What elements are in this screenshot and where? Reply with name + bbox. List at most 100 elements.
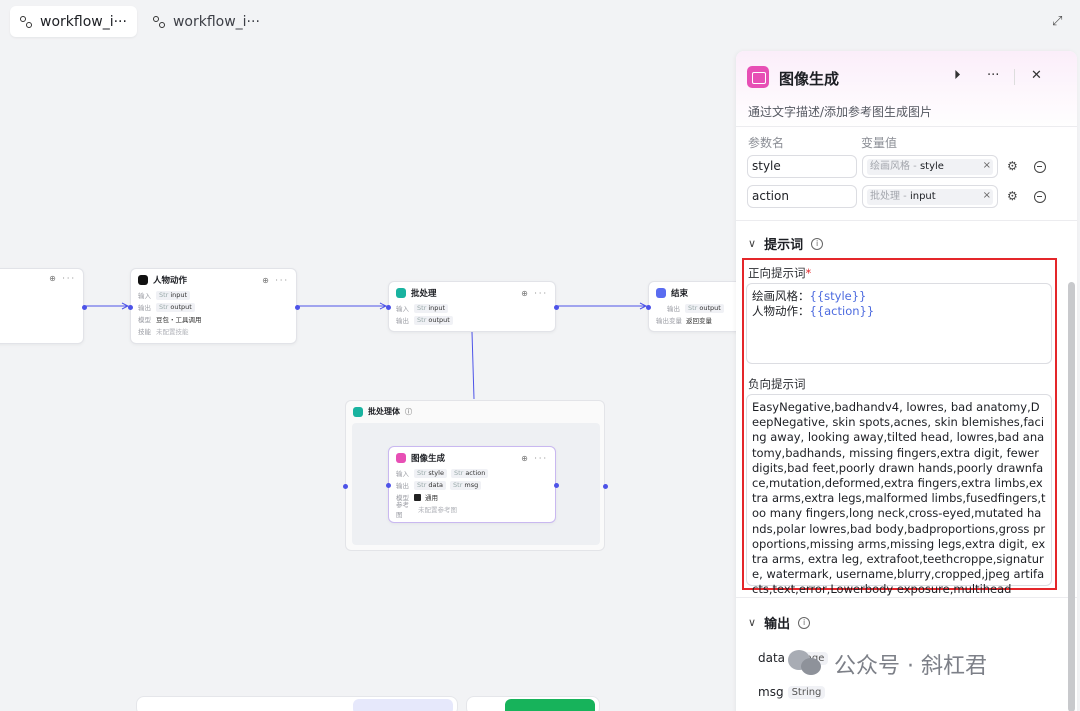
close-icon[interactable]: ✕ — [1031, 68, 1042, 83]
end-node[interactable]: 结束 输出 Str output 输出变量 返回变量 — [646, 281, 748, 332]
start-node[interactable]: ⊕ ··· — [0, 268, 87, 344]
type-tag: Str — [159, 302, 169, 311]
gear-icon[interactable]: ⚙ — [1007, 159, 1018, 173]
variable-name: input — [909, 191, 936, 202]
watermark: 公众号 · 斜杠君 — [788, 648, 987, 680]
tab-bar: workflow_i··· workflow_i··· — [10, 6, 270, 37]
canvas-toolbar[interactable] — [136, 696, 458, 711]
row-label: 输出 — [667, 305, 680, 313]
type-tag: Str — [688, 303, 698, 312]
add-node-button[interactable] — [353, 699, 453, 711]
node-menu[interactable]: ⊕ ··· — [521, 289, 548, 298]
node-menu[interactable]: ⊕ ··· — [521, 454, 548, 463]
clear-icon[interactable]: × — [983, 159, 991, 173]
return-value: 返回变量 — [686, 317, 712, 325]
tab-label: workflow_i··· — [172, 13, 260, 30]
row-label: 输入 — [138, 292, 151, 300]
batch-node[interactable]: 批处理 ⊕ ··· 输入 Str input 输出 Str output — [386, 281, 559, 332]
gear-icon[interactable]: ⚙ — [1007, 189, 1018, 203]
type-tag: Str — [453, 468, 464, 477]
remove-param-icon[interactable] — [1034, 161, 1046, 173]
batch-icon — [396, 288, 406, 298]
divider — [736, 597, 1077, 598]
param-value: data — [428, 480, 444, 489]
output-handle[interactable] — [554, 305, 559, 310]
panel-scrollbar[interactable] — [1068, 282, 1075, 711]
output-name: msg — [758, 685, 784, 699]
row-label: 输出 — [396, 482, 409, 490]
output-name: data — [758, 651, 786, 665]
type-tag: Str — [417, 480, 427, 489]
more-icon[interactable]: ··· — [987, 68, 999, 83]
output-handle[interactable] — [295, 305, 300, 310]
row-label: 输出 — [396, 317, 409, 325]
type-tag: Str — [453, 480, 463, 489]
output-row: msg String — [758, 685, 826, 699]
output-section-header[interactable]: ∨ 输出 i — [748, 613, 811, 632]
input-handle[interactable] — [646, 305, 651, 310]
param-name-input[interactable]: action — [747, 185, 857, 208]
param-value-select[interactable]: 批处理 - input × — [862, 185, 998, 208]
prompt-section-header[interactable]: ∨ 提示词 i — [748, 234, 824, 253]
output-handle[interactable] — [554, 483, 559, 488]
wechat-icon — [788, 650, 824, 678]
param-value: style — [428, 468, 444, 477]
output-handle[interactable] — [82, 305, 87, 310]
node-title: 人物动作 — [153, 276, 188, 286]
node-menu[interactable]: ⊕ ··· — [49, 274, 76, 283]
run-node-icon[interactable]: ⏵ — [954, 68, 961, 83]
test-run-button[interactable] — [505, 699, 595, 711]
section-title: 输出 — [764, 617, 791, 632]
prompt-text: 绘画风格： — [752, 289, 810, 303]
input-handle[interactable] — [128, 305, 133, 310]
variable-name: style — [919, 161, 944, 172]
tab-workflow-2[interactable]: workflow_i··· — [143, 6, 270, 37]
tab-workflow-1[interactable]: workflow_i··· — [10, 6, 137, 37]
output-handle[interactable] — [603, 484, 608, 489]
variable-source: 绘画风格 — [870, 161, 910, 172]
end-icon — [656, 288, 666, 298]
info-icon[interactable]: i — [798, 616, 811, 629]
input-handle[interactable] — [386, 305, 391, 310]
positive-prompt-textarea[interactable]: 绘画风格：{{style}} 人物动作：{{action}} — [746, 283, 1052, 364]
row-label: 技能 — [138, 328, 151, 336]
header-divider — [1014, 69, 1015, 85]
expand-icon[interactable]: ⤢ — [1052, 14, 1062, 29]
label-text: 正向提示词 — [748, 266, 806, 280]
positive-prompt-label: 正向提示词* — [748, 266, 812, 280]
node-title: 图像生成 — [411, 454, 446, 464]
node-settings-panel: 图像生成 ⏵ ··· ✕ 通过文字描述/添加参考图生成图片 参数名 变量值 st… — [736, 51, 1077, 711]
input-handle[interactable] — [386, 483, 391, 488]
group-title: 批处理体 — [368, 407, 400, 416]
input-handle[interactable] — [343, 484, 348, 489]
character-node[interactable]: 人物动作 ⊕ ··· 输入 Str input 输出 Str output 模型 豆包・工… — [128, 268, 300, 344]
param-name-input[interactable]: style — [747, 155, 857, 178]
param-value-select[interactable]: 绘画风格 - style × — [862, 155, 998, 178]
workflow-icon — [20, 15, 32, 28]
llm-icon — [138, 275, 148, 285]
remove-param-icon[interactable] — [1034, 191, 1046, 203]
type-tag: Str — [417, 315, 427, 324]
variable-source: 批处理 — [870, 191, 900, 202]
workflow-icon — [152, 15, 165, 28]
node-title: 结束 — [671, 289, 689, 299]
tab-label: workflow_i··· — [40, 13, 127, 30]
node-menu[interactable]: ⊕ ··· — [262, 276, 289, 285]
prompt-text: 人物动作： — [752, 304, 810, 319]
param-value: output — [170, 302, 192, 311]
panel-title: 图像生成 — [779, 70, 840, 88]
clear-icon[interactable]: × — [983, 189, 991, 203]
divider — [736, 126, 1077, 127]
param-value: msg — [464, 480, 479, 489]
row-label: 输出变量 — [656, 317, 682, 325]
skills-value: 未配置技能 — [156, 328, 189, 336]
negative-prompt-label: 负向提示词 — [748, 377, 806, 391]
image-gen-node[interactable]: 图像生成 ⊕ ··· 输入 Str style Str action 输出 Str d… — [386, 446, 559, 523]
image-gen-icon — [747, 66, 769, 88]
chevron-down-icon: ∨ — [748, 616, 757, 629]
batch-icon — [353, 406, 363, 417]
divider — [736, 220, 1077, 221]
reference-value: 未配置参考图 — [418, 506, 457, 514]
info-icon[interactable]: i — [811, 237, 824, 250]
negative-prompt-textarea[interactable]: EasyNegative,badhandv4, lowres, bad anat… — [746, 394, 1052, 596]
